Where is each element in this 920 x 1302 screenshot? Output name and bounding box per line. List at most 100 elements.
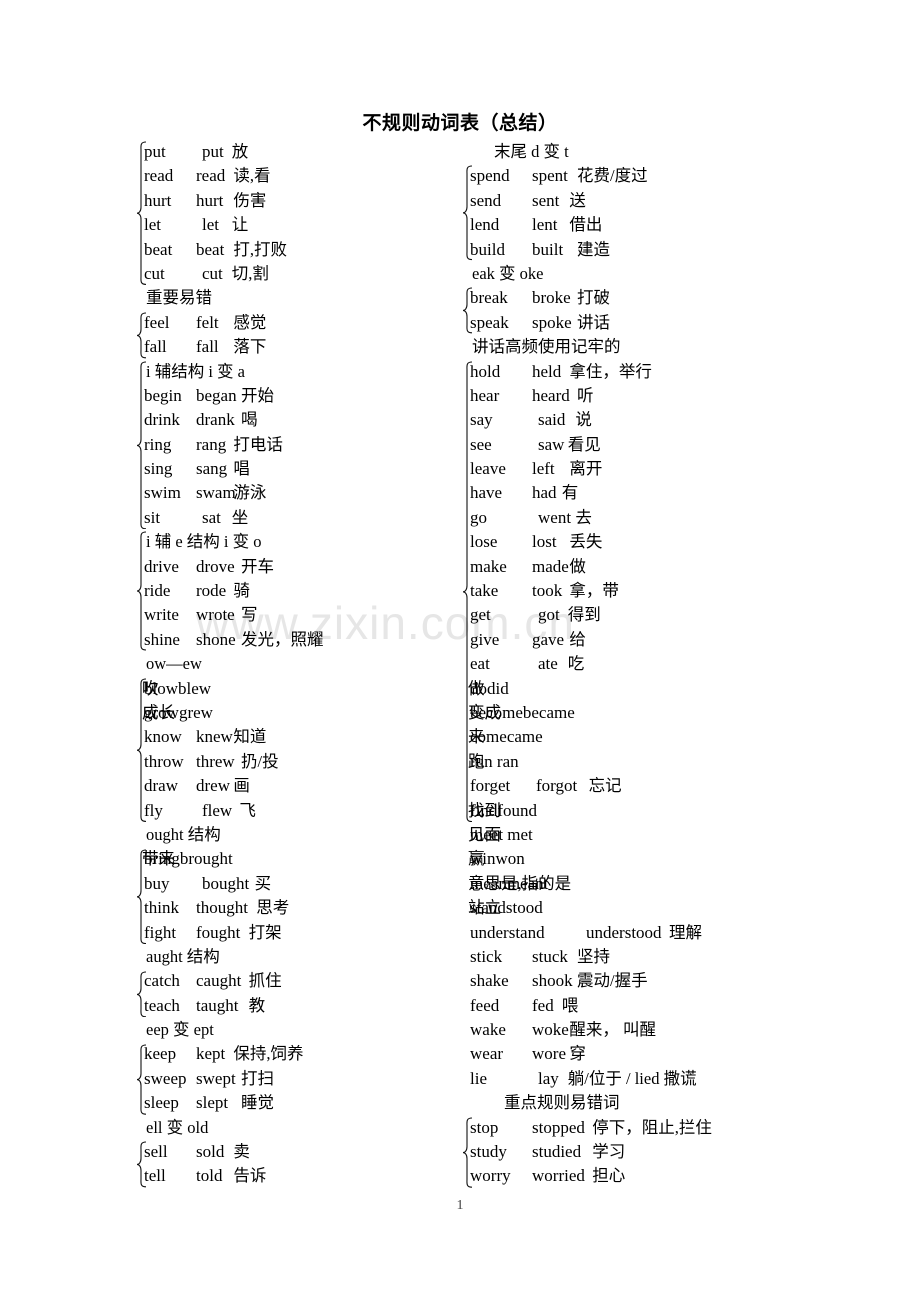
rule-label: i 辅结构 i 变 a	[146, 361, 245, 381]
verb-base-form: swim	[144, 483, 181, 503]
verb-base-form: drink	[144, 410, 180, 430]
verb-meaning: 送	[569, 190, 586, 210]
verb-base-form: say	[470, 410, 493, 430]
verb-row: drink drank 喝	[136, 408, 446, 432]
rule-label: ow—ew	[146, 654, 202, 674]
verb-base-form: wake	[470, 1020, 506, 1040]
verb-meaning: 给	[569, 629, 586, 649]
verb-past-form: swept	[196, 1068, 236, 1088]
verb-merged-form: findfound	[470, 800, 538, 820]
verb-base-form: tell	[144, 1166, 166, 1186]
verb-past-form: thought	[196, 898, 248, 918]
verb-base-form: make	[470, 556, 507, 576]
verb-meaning: 写	[241, 605, 258, 625]
verb-past-form: told	[196, 1166, 223, 1186]
verb-base-form: get	[470, 605, 491, 625]
verb-past-form: taught	[196, 995, 239, 1015]
verb-past-form: sold	[196, 1142, 225, 1162]
verb-base-form: hear	[470, 385, 500, 405]
verb-meaning: 骑	[233, 581, 250, 601]
verb-meaning: 思考	[256, 898, 290, 918]
verb-row: drive drove 开车	[136, 555, 446, 579]
verb-meaning: 得到	[567, 605, 601, 625]
verb-base-form: fight	[144, 922, 177, 942]
verb-meaning: 震动/握手	[577, 971, 648, 991]
verb-row: read read 读,看	[136, 164, 446, 188]
verb-row: shake shook 震动/握手	[462, 969, 792, 993]
verb-base-form: cut	[144, 263, 165, 283]
verb-row: findfound 找到	[462, 799, 792, 823]
verb-base-form: study	[470, 1142, 507, 1162]
verb-row: sleep slept 睡觉	[136, 1091, 446, 1115]
verb-row: see saw 看见	[462, 433, 792, 457]
verb-base-form: teach	[144, 995, 180, 1015]
verb-base-form: read	[144, 166, 174, 186]
verb-base-form: take	[470, 581, 499, 601]
verb-base-form: go	[470, 507, 487, 527]
verb-past-form: cut	[202, 263, 223, 283]
rule-label-row: ought 结构	[136, 823, 446, 847]
verb-base-form: leave	[470, 459, 506, 479]
verb-meaning: 做	[569, 556, 586, 576]
verb-row: lend lent 借出	[462, 213, 792, 237]
verb-base-form: sell	[144, 1142, 168, 1162]
verb-past-form: let	[202, 215, 219, 235]
verb-meaning: 担心	[592, 1166, 626, 1186]
verb-meaning: 读,看	[233, 166, 271, 186]
verb-base-form: speak	[470, 312, 509, 332]
verb-row: becomebecame 变成	[462, 701, 792, 725]
verb-past-form: flew	[202, 800, 233, 820]
verb-past-form: stopped	[532, 1117, 585, 1137]
verb-past-form: built	[532, 239, 564, 259]
verb-past-form: broke	[532, 288, 571, 308]
right-verb-column: 末尾 d 变 t spend spent 花费/度过 send sent 送 lend lent…	[462, 140, 792, 1189]
verb-row: ride rode 骑	[136, 579, 446, 603]
verb-past-form: fall	[196, 337, 219, 357]
verb-meaning: 唱	[233, 459, 250, 479]
verb-past-form: gave	[532, 629, 565, 649]
verb-row: bringbrought 带来	[136, 847, 446, 871]
verb-meaning: 花费/度过	[577, 166, 648, 186]
verb-row: speak spoke 讲话	[462, 311, 792, 335]
verb-row: eat ate 吃	[462, 652, 792, 676]
verb-merged-form: comecame	[470, 727, 543, 747]
verb-meaning: 拿住，举行	[569, 361, 652, 381]
verb-past-form: left	[532, 459, 555, 479]
document-page: www.zixin.com.cn 不规则动词表（总结） put put 放 read r…	[0, 0, 920, 1302]
verb-row: feel felt 感觉	[136, 311, 446, 335]
verb-meaning: 开始	[241, 385, 274, 405]
verb-past-form: spent	[532, 166, 568, 186]
verb-row: wear wore 穿	[462, 1042, 792, 1066]
verb-meaning: 抓住	[248, 971, 282, 991]
verb-meaning: 伤害	[233, 190, 267, 210]
verb-base-form: throw	[144, 751, 184, 771]
verb-merged-form: meanmeant	[470, 873, 549, 893]
verb-meaning: 穿	[569, 1044, 586, 1064]
verb-base-form: stick	[470, 946, 503, 966]
verb-meaning: 拿，带	[569, 581, 619, 601]
verb-meaning: 打,打败	[233, 239, 288, 259]
rule-label-row: eak 变 oke	[462, 262, 792, 286]
rule-label-row: aught 结构	[136, 945, 446, 969]
verb-base-form: send	[470, 190, 502, 210]
verb-past-form: swam	[196, 483, 236, 503]
verb-past-form: felt	[196, 312, 219, 332]
verb-past-form: read	[196, 166, 226, 186]
verb-base-form: feel	[144, 312, 170, 332]
verb-base-form: beat	[144, 239, 173, 259]
verb-meaning: 告诉	[233, 1166, 267, 1186]
verb-meaning: 保持,饲养	[233, 1044, 304, 1064]
verb-base-form: think	[144, 898, 179, 918]
verb-row: go went 去	[462, 506, 792, 530]
verb-row: say said 说	[462, 408, 792, 432]
rule-label: eak 变 oke	[472, 263, 544, 283]
rule-label-row: eep 变 ept	[136, 1018, 446, 1042]
verb-row: put put 放	[136, 140, 446, 164]
rule-label: ell 变 old	[146, 1117, 209, 1137]
verb-meaning: 坚持	[577, 946, 610, 966]
verb-base-form: know	[144, 727, 182, 747]
verb-meaning: 卖	[233, 1142, 250, 1162]
verb-row: stick stuck 坚持	[462, 945, 792, 969]
verb-past-form: forgot	[536, 776, 578, 796]
verb-base-form: draw	[144, 776, 178, 796]
